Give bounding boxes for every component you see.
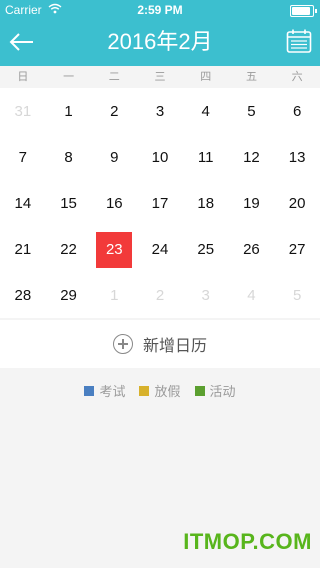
- add-calendar-button[interactable]: 新增日历: [0, 320, 320, 368]
- status-time: 2:59 PM: [137, 3, 183, 17]
- legend-item: 放假: [139, 381, 181, 400]
- legend-label: 活动: [209, 384, 236, 399]
- calendar-day[interactable]: 6: [279, 94, 315, 130]
- header-bar: Carrier 2:59 PM 2016年2月: [0, 0, 320, 66]
- calendar-day-today[interactable]: 23: [96, 232, 133, 268]
- calendar-day[interactable]: 22: [51, 232, 87, 268]
- calendar-day[interactable]: 4: [188, 94, 224, 130]
- weekday-header: 日 一 二 三 四 五 六: [0, 66, 320, 88]
- weekday-label: 二: [108, 71, 120, 83]
- calendar-day[interactable]: 3: [188, 278, 224, 314]
- legend-swatch: [84, 385, 95, 396]
- calendar-day[interactable]: 19: [233, 186, 269, 222]
- watermark-logo: ITMOP.COM: [183, 529, 312, 554]
- calendar-day[interactable]: 10: [142, 140, 178, 176]
- calendar-day[interactable]: 1: [51, 94, 87, 130]
- weekday-label: 日: [17, 71, 29, 83]
- calendar-day[interactable]: 2: [142, 278, 178, 314]
- legend-label: 考试: [99, 384, 126, 399]
- calendar-icon: [286, 29, 312, 53]
- weekday-label: 一: [63, 71, 75, 83]
- calendar-day[interactable]: 3: [142, 94, 178, 130]
- weekday-label: 六: [291, 71, 303, 83]
- legend-swatch: [194, 385, 205, 396]
- calendar-day[interactable]: 28: [5, 278, 41, 314]
- calendar-day[interactable]: 31: [5, 94, 41, 130]
- calendar-day[interactable]: 16: [96, 186, 132, 222]
- calendar-day[interactable]: 26: [233, 232, 269, 268]
- add-calendar-label: 新增日历: [142, 338, 207, 355]
- calendar-day[interactable]: 7: [5, 140, 41, 176]
- calendar-day[interactable]: 25: [188, 232, 224, 268]
- calendar-day[interactable]: 9: [96, 140, 132, 176]
- calendar-day[interactable]: 8: [51, 140, 87, 176]
- plus-circle-icon: [112, 334, 133, 354]
- weekday-label: 四: [200, 71, 212, 83]
- calendar-day[interactable]: 15: [51, 186, 87, 222]
- calendar-day[interactable]: 27: [279, 232, 315, 268]
- legend-label: 放假: [154, 384, 181, 399]
- calendar-day[interactable]: 1: [96, 278, 132, 314]
- calendar-day[interactable]: 21: [5, 232, 41, 268]
- calendar-day[interactable]: 20: [279, 186, 315, 222]
- calendar-day[interactable]: 11: [188, 140, 224, 176]
- weekday-label: 五: [245, 71, 257, 83]
- page-title: 2016年2月: [107, 29, 213, 54]
- calendar-day[interactable]: 17: [142, 186, 178, 222]
- calendar-day[interactable]: 24: [142, 232, 178, 268]
- calendar-grid: 31 1 2 3 4 5 6 7 8 9 10 11 12 13 14 15 16 17 18 19 20 21 22 23 2…: [0, 88, 320, 318]
- legend-item: 考试: [84, 381, 125, 400]
- calendar-day[interactable]: 12: [233, 140, 269, 176]
- calendar-day[interactable]: 14: [5, 186, 41, 222]
- calendar-day[interactable]: 29: [51, 278, 87, 314]
- calendar-day[interactable]: 2: [96, 94, 132, 130]
- legend-item: 活动: [194, 381, 236, 400]
- calendar-day[interactable]: 13: [279, 140, 315, 176]
- weekday-label: 三: [154, 71, 166, 83]
- legend-swatch: [139, 385, 150, 396]
- calendar-day[interactable]: 18: [188, 186, 224, 222]
- status-bar: Carrier 2:59 PM: [0, 0, 320, 20]
- calendar-button[interactable]: [286, 28, 312, 54]
- legend: 考试 放假 活动: [0, 381, 320, 400]
- calendar-day[interactable]: 4: [233, 278, 269, 314]
- calendar-day[interactable]: 5: [279, 278, 315, 314]
- calendar-day[interactable]: 5: [233, 94, 269, 130]
- battery-icon: [290, 5, 317, 17]
